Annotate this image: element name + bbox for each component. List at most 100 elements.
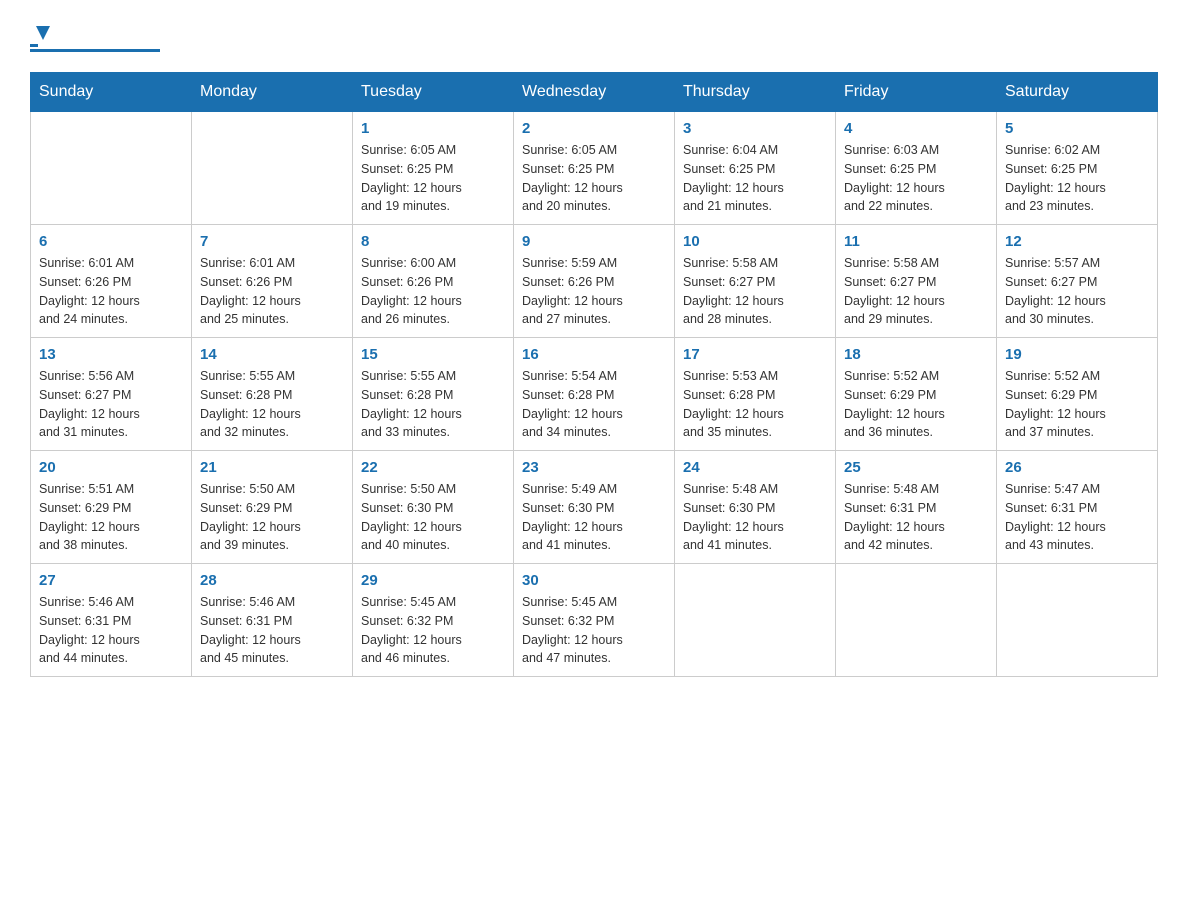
day-info: Sunrise: 5:48 AMSunset: 6:31 PMDaylight:… [844, 480, 988, 555]
day-info: Sunrise: 5:55 AMSunset: 6:28 PMDaylight:… [200, 367, 344, 442]
calendar-cell: 13 Sunrise: 5:56 AMSunset: 6:27 PMDayligh… [31, 338, 192, 451]
header-saturday: Saturday [997, 73, 1158, 112]
calendar-week-3: 13 Sunrise: 5:56 AMSunset: 6:27 PMDayligh… [31, 338, 1158, 451]
day-number: 14 [200, 346, 344, 363]
calendar-cell [31, 112, 192, 225]
day-number: 16 [522, 346, 666, 363]
day-number: 15 [361, 346, 505, 363]
calendar-cell: 7 Sunrise: 6:01 AMSunset: 6:26 PMDaylight… [192, 225, 353, 338]
day-number: 3 [683, 120, 827, 137]
header-wednesday: Wednesday [514, 73, 675, 112]
day-info: Sunrise: 5:48 AMSunset: 6:30 PMDaylight:… [683, 480, 827, 555]
calendar-cell: 5Sunrise: 6:02 AMSunset: 6:25 PMDaylight… [997, 112, 1158, 225]
day-number: 18 [844, 346, 988, 363]
day-number: 27 [39, 572, 183, 589]
calendar-cell: 3 Sunrise: 6:04 AMSunset: 6:25 PMDaylight… [675, 112, 836, 225]
day-number: 24 [683, 459, 827, 476]
calendar-cell: 18 Sunrise: 5:52 AMSunset: 6:29 PMDayligh… [836, 338, 997, 451]
calendar-cell [997, 564, 1158, 677]
day-info: Sunrise: 5:46 AMSunset: 6:31 PMDaylight:… [39, 593, 183, 668]
day-number: 5 [1005, 120, 1149, 137]
day-number: 13 [39, 346, 183, 363]
calendar-cell [675, 564, 836, 677]
day-number: 2 [522, 120, 666, 137]
day-number: 7 [200, 233, 344, 250]
day-number: 25 [844, 459, 988, 476]
day-number: 6 [39, 233, 183, 250]
day-info: Sunrise: 5:55 AMSunset: 6:28 PMDaylight:… [361, 367, 505, 442]
day-number: 28 [200, 572, 344, 589]
header-monday: Monday [192, 73, 353, 112]
calendar-cell: 10 Sunrise: 5:58 AMSunset: 6:27 PMDayligh… [675, 225, 836, 338]
day-info: Sunrise: 5:57 AMSunset: 6:27 PMDaylight:… [1005, 254, 1149, 329]
day-info: Sunrise: 5:54 AMSunset: 6:28 PMDaylight:… [522, 367, 666, 442]
day-info: Sunrise: 6:05 AMSunset: 6:25 PMDaylight:… [361, 141, 505, 216]
day-info: Sunrise: 5:52 AMSunset: 6:29 PMDaylight:… [844, 367, 988, 442]
calendar-week-1: 1 Sunrise: 6:05 AMSunset: 6:25 PMDaylight… [31, 112, 1158, 225]
calendar-cell: 23 Sunrise: 5:49 AMSunset: 6:30 PMDayligh… [514, 451, 675, 564]
calendar-cell: 22 Sunrise: 5:50 AMSunset: 6:30 PMDayligh… [353, 451, 514, 564]
calendar-cell: 6 Sunrise: 6:01 AMSunset: 6:26 PMDaylight… [31, 225, 192, 338]
calendar-cell: 27 Sunrise: 5:46 AMSunset: 6:31 PMDayligh… [31, 564, 192, 677]
day-info: Sunrise: 5:46 AMSunset: 6:31 PMDaylight:… [200, 593, 344, 668]
day-info: Sunrise: 5:53 AMSunset: 6:28 PMDaylight:… [683, 367, 827, 442]
day-number: 20 [39, 459, 183, 476]
day-info: Sunrise: 5:59 AMSunset: 6:26 PMDaylight:… [522, 254, 666, 329]
calendar-cell: 2 Sunrise: 6:05 AMSunset: 6:25 PMDaylight… [514, 112, 675, 225]
day-info: Sunrise: 6:00 AMSunset: 6:26 PMDaylight:… [361, 254, 505, 329]
day-number: 10 [683, 233, 827, 250]
calendar-cell: 25 Sunrise: 5:48 AMSunset: 6:31 PMDayligh… [836, 451, 997, 564]
calendar-cell: 29Sunrise: 5:45 AMSunset: 6:32 PMDayligh… [353, 564, 514, 677]
header-friday: Friday [836, 73, 997, 112]
day-info: Sunrise: 5:50 AMSunset: 6:30 PMDaylight:… [361, 480, 505, 555]
day-info: Sunrise: 5:49 AMSunset: 6:30 PMDaylight:… [522, 480, 666, 555]
calendar-cell: 20Sunrise: 5:51 AMSunset: 6:29 PMDayligh… [31, 451, 192, 564]
calendar-cell: 26Sunrise: 5:47 AMSunset: 6:31 PMDayligh… [997, 451, 1158, 564]
day-info: Sunrise: 5:56 AMSunset: 6:27 PMDaylight:… [39, 367, 183, 442]
calendar-cell: 16 Sunrise: 5:54 AMSunset: 6:28 PMDayligh… [514, 338, 675, 451]
day-info: Sunrise: 6:01 AMSunset: 6:26 PMDaylight:… [200, 254, 344, 329]
calendar-cell: 8 Sunrise: 6:00 AMSunset: 6:26 PMDaylight… [353, 225, 514, 338]
day-info: Sunrise: 6:04 AMSunset: 6:25 PMDaylight:… [683, 141, 827, 216]
calendar-cell [192, 112, 353, 225]
calendar-week-4: 20Sunrise: 5:51 AMSunset: 6:29 PMDayligh… [31, 451, 1158, 564]
calendar-cell: 9Sunrise: 5:59 AMSunset: 6:26 PMDaylight… [514, 225, 675, 338]
calendar-cell: 11 Sunrise: 5:58 AMSunset: 6:27 PMDayligh… [836, 225, 997, 338]
logo [30, 20, 160, 52]
day-number: 26 [1005, 459, 1149, 476]
calendar-week-5: 27 Sunrise: 5:46 AMSunset: 6:31 PMDayligh… [31, 564, 1158, 677]
calendar-cell: 1 Sunrise: 6:05 AMSunset: 6:25 PMDaylight… [353, 112, 514, 225]
day-number: 8 [361, 233, 505, 250]
calendar-cell: 30 Sunrise: 5:45 AMSunset: 6:32 PMDayligh… [514, 564, 675, 677]
calendar-week-2: 6 Sunrise: 6:01 AMSunset: 6:26 PMDaylight… [31, 225, 1158, 338]
page-header [30, 20, 1158, 52]
calendar-cell: 24 Sunrise: 5:48 AMSunset: 6:30 PMDayligh… [675, 451, 836, 564]
calendar-cell [836, 564, 997, 677]
day-number: 1 [361, 120, 505, 137]
calendar-header-row: SundayMondayTuesdayWednesdayThursdayFrid… [31, 73, 1158, 112]
calendar-cell: 21Sunrise: 5:50 AMSunset: 6:29 PMDayligh… [192, 451, 353, 564]
day-info: Sunrise: 6:01 AMSunset: 6:26 PMDaylight:… [39, 254, 183, 329]
calendar-cell: 14 Sunrise: 5:55 AMSunset: 6:28 PMDayligh… [192, 338, 353, 451]
day-number: 11 [844, 233, 988, 250]
day-info: Sunrise: 6:03 AMSunset: 6:25 PMDaylight:… [844, 141, 988, 216]
day-number: 29 [361, 572, 505, 589]
calendar-cell: 28 Sunrise: 5:46 AMSunset: 6:31 PMDayligh… [192, 564, 353, 677]
calendar-cell: 12 Sunrise: 5:57 AMSunset: 6:27 PMDayligh… [997, 225, 1158, 338]
day-number: 23 [522, 459, 666, 476]
calendar-cell: 15 Sunrise: 5:55 AMSunset: 6:28 PMDayligh… [353, 338, 514, 451]
day-number: 12 [1005, 233, 1149, 250]
day-info: Sunrise: 5:45 AMSunset: 6:32 PMDaylight:… [522, 593, 666, 668]
logo-triangle-icon [32, 22, 54, 44]
calendar-cell: 19Sunrise: 5:52 AMSunset: 6:29 PMDayligh… [997, 338, 1158, 451]
day-number: 22 [361, 459, 505, 476]
calendar-cell: 4Sunrise: 6:03 AMSunset: 6:25 PMDaylight… [836, 112, 997, 225]
day-info: Sunrise: 5:50 AMSunset: 6:29 PMDaylight:… [200, 480, 344, 555]
day-number: 17 [683, 346, 827, 363]
header-sunday: Sunday [31, 73, 192, 112]
header-thursday: Thursday [675, 73, 836, 112]
day-info: Sunrise: 5:58 AMSunset: 6:27 PMDaylight:… [844, 254, 988, 329]
day-number: 30 [522, 572, 666, 589]
day-info: Sunrise: 5:58 AMSunset: 6:27 PMDaylight:… [683, 254, 827, 329]
day-info: Sunrise: 6:05 AMSunset: 6:25 PMDaylight:… [522, 141, 666, 216]
